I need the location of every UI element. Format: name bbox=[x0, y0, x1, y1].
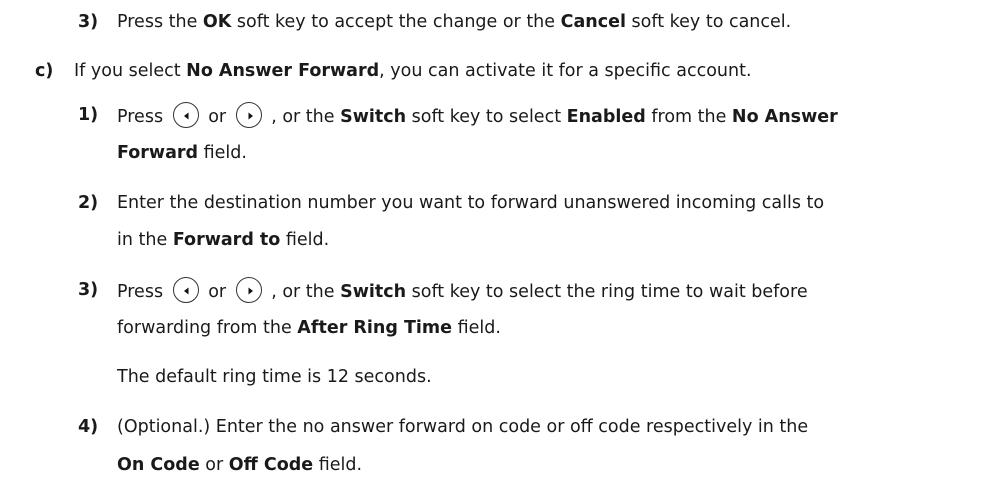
step-text-cont: Forward field. bbox=[117, 143, 247, 163]
left-arrow-key-icon bbox=[172, 277, 199, 303]
step-marker: 3) bbox=[78, 12, 99, 32]
step-text: Press or , or the Switch soft key to sel… bbox=[117, 102, 838, 130]
step-note: The default ring time is 12 seconds. bbox=[117, 367, 432, 387]
step-text-cont: On Code or Off Code field. bbox=[117, 455, 363, 475]
step-marker: 3) bbox=[78, 280, 99, 300]
step-text-cont: forwarding from the After Ring Time fiel… bbox=[117, 318, 501, 338]
step-text: Enter the destination number you want to… bbox=[117, 193, 825, 213]
step-text: (Optional.) Enter the no answer forward … bbox=[117, 417, 809, 437]
sub-item-text: If you select No Answer Forward, you can… bbox=[74, 61, 752, 81]
right-arrow-key-icon bbox=[235, 277, 262, 303]
right-arrow-key-icon bbox=[235, 102, 262, 128]
step-text: Press or , or the Switch soft key to sel… bbox=[117, 277, 808, 305]
sub-item-marker: c) bbox=[35, 61, 54, 81]
step-text-cont: in the Forward to field. bbox=[117, 230, 330, 250]
step-marker: 2) bbox=[78, 193, 99, 213]
step-text: Press the OK soft key to accept the chan… bbox=[117, 12, 792, 32]
step-marker: 1) bbox=[78, 105, 99, 125]
step-marker: 4) bbox=[78, 417, 99, 437]
left-arrow-key-icon bbox=[172, 102, 199, 128]
